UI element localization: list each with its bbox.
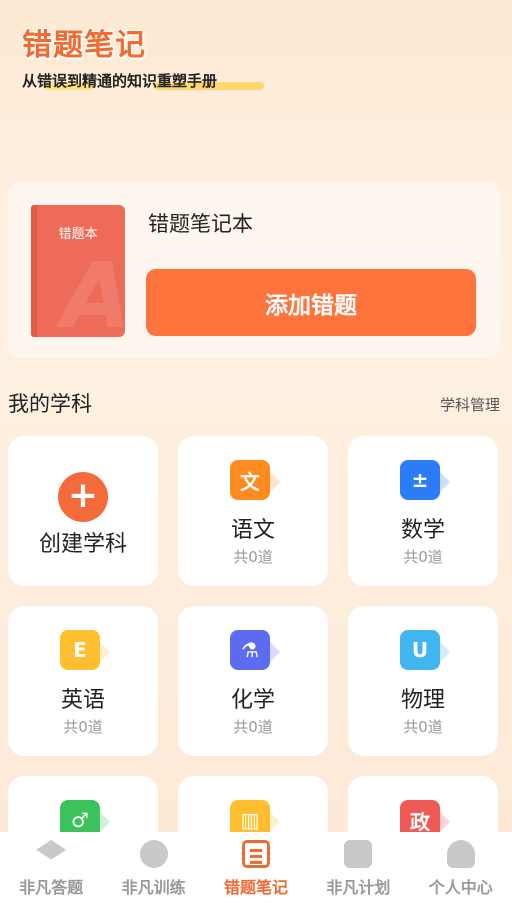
globe-icon [139, 840, 168, 868]
subject-name: 化学 [230, 688, 275, 713]
subject-tile-math[interactable]: ± 数学 共0道 [348, 436, 498, 586]
subject-count: 共0道 [403, 548, 443, 566]
bottom-tab-bar: 非凡答题 非凡训练 错题笔记 非凡计划 个人中心 [0, 832, 512, 903]
subject-name: 数学 [400, 518, 445, 543]
header: 错题笔记 从错误到精通的知识重塑手册 [22, 20, 264, 91]
graduation-cap-icon [36, 840, 67, 860]
tab-label: 非凡计划 [326, 878, 391, 897]
notebook-card: 错题本 A 错题笔记本 添加错题 [8, 182, 500, 358]
tab-profile[interactable]: 个人中心 [411, 840, 511, 898]
subject-count: 共0道 [63, 718, 103, 736]
tab-plan[interactable]: 非凡计划 [308, 840, 408, 898]
subject-tile-chinese[interactable]: 文 语文 共0道 [178, 436, 328, 586]
plan-icon [344, 840, 373, 868]
subject-count: 共0道 [403, 718, 443, 736]
slogan: 从错误到精通的知识重塑手册 [22, 70, 264, 91]
tab-label: 非凡训练 [121, 878, 186, 897]
subject-count: 共0道 [233, 548, 273, 566]
english-subject-icon: E [60, 630, 110, 670]
test-tube-icon: ⚗ [230, 630, 280, 670]
page-title: 错题笔记 [22, 28, 146, 63]
tab-label: 个人中心 [428, 878, 493, 897]
notebook-cover-icon: 错题本 A [31, 205, 125, 337]
subject-name: 物理 [400, 688, 445, 713]
subject-tile-physics[interactable]: U 物理 共0道 [348, 606, 498, 756]
subjects-title: 我的学科 [8, 392, 92, 416]
tab-answer[interactable]: 非凡答题 [1, 840, 101, 898]
person-icon [446, 840, 475, 868]
math-subject-icon: ± [400, 460, 450, 500]
tab-training[interactable]: 非凡训练 [104, 840, 204, 898]
tab-notes[interactable]: 错题笔记 [206, 840, 306, 898]
subject-name: 英语 [60, 688, 105, 713]
notebook-cover-label: 错题本 [58, 227, 98, 242]
subject-count: 共0道 [233, 718, 273, 736]
magnet-icon: U [400, 630, 450, 670]
notebook-icon [241, 840, 270, 868]
add-mistake-button[interactable]: 添加错题 [146, 269, 476, 336]
tab-label: 错题笔记 [223, 878, 288, 897]
chinese-subject-icon: 文 [230, 460, 280, 500]
subject-name: 语文 [230, 518, 275, 543]
subject-manage-link[interactable]: 学科管理 [440, 394, 500, 415]
create-subject-label: 创建学科 [38, 532, 127, 557]
plus-icon: + [58, 472, 108, 522]
create-subject-tile[interactable]: + 创建学科 [8, 436, 158, 586]
subject-tile-english[interactable]: E 英语 共0道 [8, 606, 158, 756]
subject-tile-chemistry[interactable]: ⚗ 化学 共0道 [178, 606, 328, 756]
notebook-title: 错题笔记本 [148, 212, 253, 236]
tab-label: 非凡答题 [19, 878, 84, 897]
